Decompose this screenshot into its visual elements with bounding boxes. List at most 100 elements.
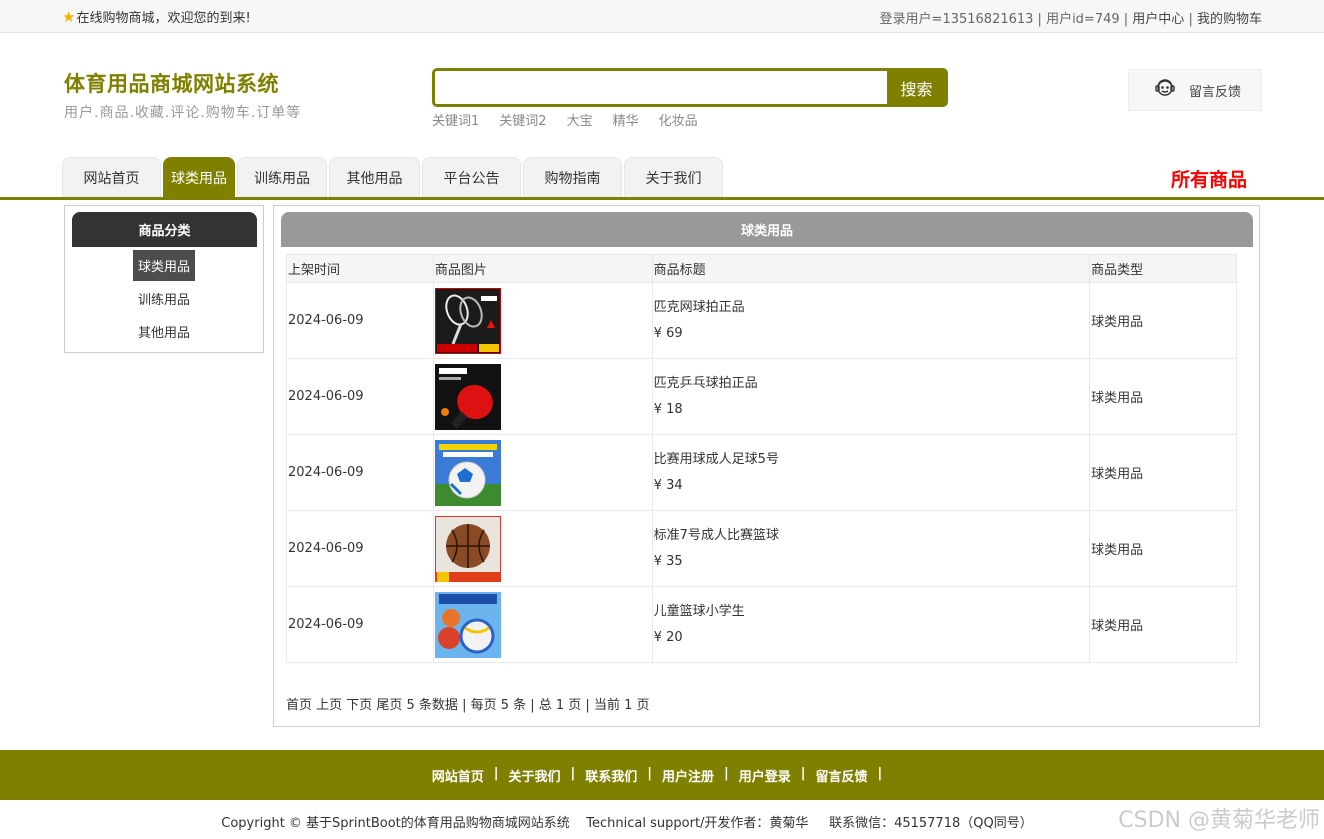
sidebar-item-other[interactable]: 其他用品: [65, 322, 263, 341]
user-links-sep: |: [1188, 12, 1193, 27]
customer-service-icon: [1153, 76, 1177, 104]
sidebar-item-label: 其他用品: [137, 326, 190, 341]
cell-type: 球类用品: [1089, 510, 1237, 587]
footer-bar: 网站首页 | 关于我们 | 联系我们 | 用户注册 | 用户登录 | 留言反馈 |: [0, 750, 1324, 800]
tab-announcements[interactable]: 平台公告: [422, 157, 521, 197]
col-header-date: 上架时间: [286, 254, 434, 283]
footer-links: 网站首页 | 关于我们 | 联系我们 | 用户注册 | 用户登录 | 留言反馈 |: [432, 766, 893, 785]
tab-other-goods[interactable]: 其他用品: [329, 157, 420, 197]
footer-link-contact[interactable]: 联系我们: [585, 766, 637, 785]
keyword-link[interactable]: 精华: [613, 110, 639, 129]
keyword-link[interactable]: 关键词2: [499, 110, 546, 129]
cell-date: 2024-06-09: [286, 358, 434, 435]
footer-link-register[interactable]: 用户注册: [662, 766, 714, 785]
product-price: ¥ 34: [653, 477, 683, 493]
col-header-image: 商品图片: [432, 254, 653, 283]
table-row: 2024-06-09 匹克网球拍正品 ¥ 69 球类用品: [286, 282, 1237, 359]
tab-training-goods[interactable]: 训练用品: [237, 157, 327, 197]
tab-shopping-guide[interactable]: 购物指南: [523, 157, 622, 197]
cell-title: 匹克网球拍正品 ¥ 69: [651, 282, 1091, 359]
keyword-link[interactable]: 关键词1: [432, 110, 479, 129]
footer-sep: |: [724, 765, 729, 781]
site-brand: 体育用品商城网站系统 用户.商品.收藏.评论.购物车.订单等: [64, 68, 301, 122]
tab-about-us[interactable]: 关于我们: [624, 157, 723, 197]
pagination[interactable]: 首页 上页 下页 尾页 5 条数据 | 每页 5 条 | 总 1 页 | 当前 …: [286, 694, 649, 713]
product-name-link[interactable]: 儿童篮球小学生: [654, 599, 1089, 625]
tab-ball-goods[interactable]: 球类用品: [163, 157, 235, 197]
footer-sep: |: [570, 765, 576, 781]
main-nav: 网站首页 球类用品 训练用品 其他用品 平台公告 购物指南 关于我们: [62, 157, 723, 197]
cell-title: 标准7号成人比赛篮球 ¥ 35: [651, 510, 1091, 587]
user-info: 登录用户=13516821613 | 用户id=749 |: [879, 12, 1129, 27]
col-header-type: 商品类型: [1089, 254, 1237, 283]
cell-date: 2024-06-09: [286, 434, 434, 511]
goods-table: 上架时间 商品图片 商品标题 商品类型 2024-06-09 匹克网球拍正品 ¥…: [286, 254, 1237, 663]
cell-image: [432, 358, 653, 435]
cell-image: [432, 434, 653, 511]
footer-link-feedback[interactable]: 留言反馈: [816, 766, 868, 785]
watermark-text: CSDN @黄菊华老师: [1118, 808, 1320, 833]
goods-panel-title: 球类用品: [281, 212, 1253, 247]
welcome-text: 在线购物商城，欢迎您的到来!: [76, 11, 251, 26]
product-name-link[interactable]: 匹克网球拍正品: [654, 295, 1089, 321]
all-goods-link[interactable]: 所有商品: [1171, 165, 1247, 192]
basketball-thumbnail[interactable]: [434, 515, 501, 582]
footer-link-home[interactable]: 网站首页: [432, 766, 484, 785]
product-name-link[interactable]: 匹克乒乓球拍正品: [654, 371, 1089, 397]
table-row: 2024-06-09 标准7号成人比赛篮球 ¥ 35 球类用品: [286, 510, 1237, 587]
product-price: ¥ 18: [653, 401, 683, 417]
nav-divider: [0, 197, 1324, 200]
col-header-title: 商品标题: [651, 254, 1091, 283]
search-input[interactable]: [435, 71, 887, 104]
search-keywords: 关键词1 关键词2 大宝 精华 化妆品: [432, 110, 698, 129]
search-box: 搜索: [432, 68, 948, 107]
footer-sep: |: [877, 765, 883, 781]
kids-basketball-thumbnail[interactable]: [434, 591, 501, 658]
sidebar-item-ball[interactable]: 球类用品: [65, 250, 263, 281]
keyword-link[interactable]: 大宝: [567, 110, 593, 129]
top-bar: ★ 在线购物商城，欢迎您的到来! 登录用户=13516821613 | 用户id…: [0, 0, 1324, 33]
sidebar-item-training[interactable]: 训练用品: [65, 289, 263, 308]
cell-title: 比赛用球成人足球5号 ¥ 34: [651, 434, 1091, 511]
product-price: ¥ 20: [653, 629, 683, 645]
tab-home[interactable]: 网站首页: [62, 157, 161, 197]
site-title[interactable]: 体育用品商城网站系统: [64, 68, 301, 98]
footer-sep: |: [647, 765, 652, 781]
pingpong-paddle-thumbnail[interactable]: [434, 363, 501, 430]
football-thumbnail[interactable]: [434, 439, 501, 506]
sidebar-title: 商品分类: [72, 212, 257, 247]
category-sidebar: 商品分类 球类用品 训练用品 其他用品: [64, 205, 264, 353]
cell-image: [432, 510, 653, 587]
cell-title: 匹克乒乓球拍正品 ¥ 18: [651, 358, 1091, 435]
keyword-link[interactable]: 化妆品: [659, 110, 698, 129]
product-name-link[interactable]: 比赛用球成人足球5号: [654, 447, 1089, 473]
search-button[interactable]: 搜索: [887, 70, 946, 106]
welcome-message: ★ 在线购物商城，欢迎您的到来!: [62, 7, 251, 27]
my-cart-link[interactable]: 我的购物车: [1197, 12, 1262, 27]
cell-type: 球类用品: [1089, 358, 1237, 435]
table-row: 2024-06-09 比赛用球成人足球5号 ¥ 34 球类用品: [286, 434, 1237, 511]
star-icon: ★: [62, 7, 76, 26]
footer-sep: |: [800, 765, 806, 781]
sidebar-item-label: 球类用品: [132, 250, 195, 281]
footer-sep: |: [493, 765, 499, 781]
table-row: 2024-06-09 儿童篮球小学生 ¥ 20 球类用品: [286, 586, 1237, 663]
cell-type: 球类用品: [1089, 282, 1237, 359]
feedback-label: 留言反馈: [1189, 84, 1242, 100]
table-row: 2024-06-09 匹克乒乓球拍正品 ¥ 18 球类用品: [286, 358, 1237, 435]
user-center-link[interactable]: 用户中心: [1132, 12, 1184, 27]
site-subtitle: 用户.商品.收藏.评论.购物车.订单等: [64, 105, 302, 121]
cell-date: 2024-06-09: [286, 510, 434, 587]
product-price: ¥ 69: [653, 325, 683, 341]
cell-image: [432, 282, 653, 359]
product-name-link[interactable]: 标准7号成人比赛篮球: [654, 523, 1089, 549]
cell-type: 球类用品: [1089, 434, 1237, 511]
user-links: 登录用户=13516821613 | 用户id=749 | 用户中心 | 我的购…: [880, 8, 1262, 27]
footer-link-about[interactable]: 关于我们: [508, 766, 560, 785]
cell-image: [432, 586, 653, 663]
cell-date: 2024-06-09: [286, 586, 434, 663]
sidebar-item-label: 训练用品: [137, 293, 190, 308]
feedback-button[interactable]: 留言反馈: [1128, 69, 1262, 111]
footer-link-login[interactable]: 用户登录: [739, 766, 791, 785]
tennis-racket-thumbnail[interactable]: [434, 287, 501, 354]
